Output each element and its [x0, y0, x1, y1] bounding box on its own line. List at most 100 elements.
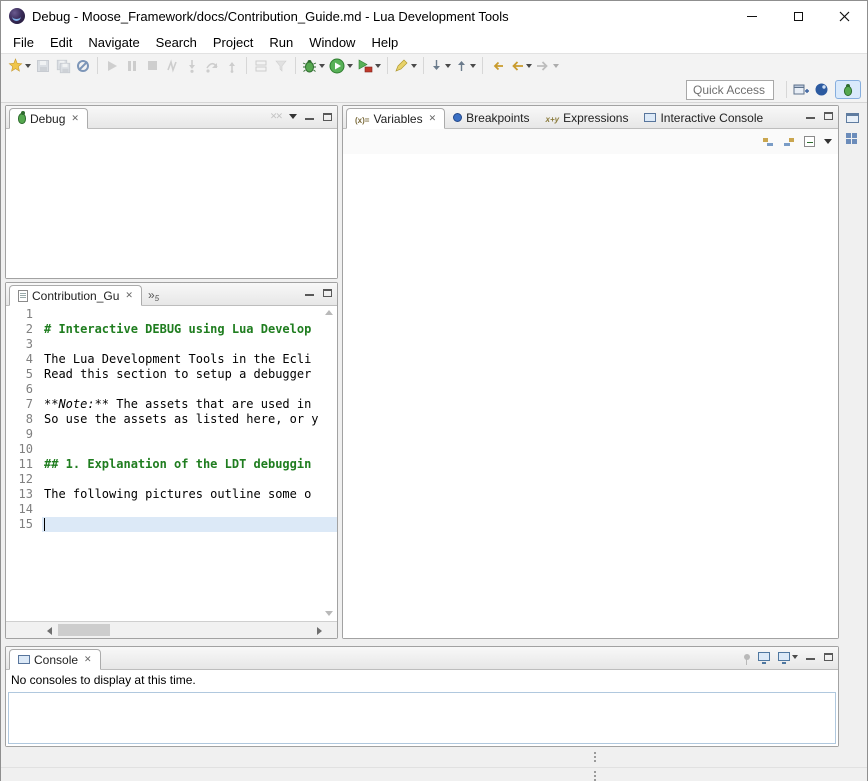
maximize-view-button[interactable] — [323, 113, 332, 121]
line-text: The following pictures outline some o — [42, 487, 337, 502]
tab-variables[interactable]: Variables✕ — [346, 108, 445, 129]
tab-contribution-guide[interactable]: Contribution_Gu ✕ — [9, 285, 142, 306]
scroll-up-icon[interactable] — [325, 310, 333, 315]
text-cursor — [44, 518, 45, 531]
horizontal-scrollbar[interactable] — [6, 621, 337, 638]
save-all-button[interactable] — [53, 55, 73, 77]
variables-view-window-buttons — [806, 111, 833, 120]
tab-interactive-console[interactable]: Interactive Console — [636, 107, 771, 128]
back-button[interactable] — [507, 55, 534, 77]
close-icon[interactable]: ✕ — [429, 113, 437, 124]
tab-label: Breakpoints — [466, 111, 529, 125]
view-menu-button[interactable] — [289, 114, 297, 119]
close-icon[interactable]: ✕ — [125, 290, 133, 301]
last-edit-location-button[interactable] — [487, 55, 507, 77]
trim-handle[interactable] — [594, 771, 596, 773]
run-button[interactable] — [327, 55, 355, 77]
tab-breakpoints[interactable]: Breakpoints — [445, 107, 537, 128]
collapse-all-button[interactable] — [804, 136, 815, 147]
lua-perspective-button[interactable] — [811, 79, 831, 101]
maximize-view-button[interactable] — [824, 653, 833, 661]
tab-console[interactable]: Console ✕ — [9, 649, 101, 670]
dropdown-icon — [347, 64, 353, 68]
line-number: 4 — [6, 352, 42, 367]
pin-console-button[interactable] — [744, 654, 750, 660]
remove-terminated-button[interactable]: ✕✕ — [270, 111, 281, 122]
use-step-filters-button[interactable] — [271, 55, 291, 77]
scroll-left-icon[interactable] — [47, 627, 52, 635]
editor-line: 13The following pictures outline some o — [6, 487, 337, 502]
menu-search[interactable]: Search — [148, 33, 205, 52]
maximize-view-button[interactable] — [323, 289, 332, 297]
minimize-icon — [747, 16, 757, 17]
minimize-view-button[interactable] — [305, 288, 315, 297]
resume-button[interactable] — [102, 55, 122, 77]
step-into-button[interactable] — [182, 55, 202, 77]
show-type-names-button[interactable] — [762, 136, 774, 148]
display-selected-console-button[interactable] — [758, 652, 770, 661]
editor-window-buttons — [305, 288, 332, 297]
new-button[interactable] — [6, 55, 33, 77]
perspective-bar: Quick Access — [1, 77, 867, 103]
menu-edit[interactable]: Edit — [42, 33, 80, 52]
scroll-down-icon[interactable] — [325, 611, 333, 616]
line-number: 12 — [6, 472, 42, 487]
scroll-right-icon[interactable] — [317, 627, 322, 635]
quick-access-input[interactable]: Quick Access — [686, 80, 774, 100]
step-over-button[interactable] — [202, 55, 222, 77]
debug-button[interactable] — [300, 55, 327, 77]
previous-annotation-icon — [455, 59, 468, 72]
editor-tab-overflow-button[interactable]: » 5 — [148, 288, 159, 305]
step-return-icon — [225, 59, 239, 73]
debug-perspective-button[interactable] — [835, 80, 861, 99]
minimize-window-button[interactable] — [729, 1, 775, 31]
pause-button[interactable] — [122, 55, 142, 77]
minimize-view-button[interactable] — [806, 652, 816, 661]
maximize-view-button[interactable] — [824, 112, 833, 120]
show-logical-structures-button[interactable] — [783, 136, 795, 148]
forward-button[interactable] — [534, 55, 561, 77]
line-number: 14 — [6, 502, 42, 517]
close-icon[interactable]: ✕ — [84, 654, 92, 665]
drop-to-frame-button[interactable] — [251, 55, 271, 77]
editor-line: 3 — [6, 337, 337, 352]
tab-label: Expressions — [563, 111, 628, 125]
stop-icon — [148, 61, 157, 70]
menu-navigate[interactable]: Navigate — [80, 33, 147, 52]
external-tools-button[interactable] — [355, 55, 383, 77]
tab-debug[interactable]: Debug ✕ — [9, 108, 88, 129]
open-console-button[interactable] — [778, 652, 798, 661]
sash-handle[interactable] — [594, 752, 596, 754]
menu-file[interactable]: File — [5, 33, 42, 52]
menu-help[interactable]: Help — [363, 33, 406, 52]
dropdown-icon — [319, 64, 325, 68]
disconnect-button[interactable] — [162, 55, 182, 77]
menu-project[interactable]: Project — [205, 33, 261, 52]
menu-window[interactable]: Window — [301, 33, 363, 52]
editor-area-button[interactable] — [846, 133, 858, 145]
minimize-view-button[interactable] — [305, 112, 315, 121]
skip-all-breakpoints-button[interactable] — [73, 55, 93, 77]
debug-view-content[interactable] — [6, 129, 337, 278]
tab-expressions[interactable]: Expressions — [538, 107, 637, 128]
stop-button[interactable] — [142, 55, 162, 77]
close-icon[interactable]: ✕ — [71, 113, 79, 124]
previous-annotation-button[interactable] — [453, 55, 478, 77]
restore-view-button[interactable] — [846, 113, 859, 123]
scrollbar-thumb[interactable] — [58, 624, 110, 636]
variables-view-content[interactable] — [343, 154, 838, 638]
console-text-area[interactable] — [8, 692, 836, 744]
menu-run[interactable]: Run — [261, 33, 301, 52]
step-return-button[interactable] — [222, 55, 242, 77]
maximize-window-button[interactable] — [775, 1, 821, 31]
minimize-view-button[interactable] — [806, 111, 816, 120]
view-menu-button[interactable] — [824, 139, 832, 144]
editor-content[interactable]: 12# Interactive DEBUG using Lua Develop3… — [6, 306, 337, 621]
mark-occurrences-button[interactable] — [392, 55, 419, 77]
close-window-button[interactable] — [821, 1, 867, 31]
save-button[interactable] — [33, 55, 53, 77]
editor-header: Contribution_Gu ✕ » 5 — [6, 283, 337, 306]
next-annotation-button[interactable] — [428, 55, 453, 77]
line-number: 1 — [6, 307, 42, 322]
open-perspective-button[interactable] — [791, 79, 811, 101]
